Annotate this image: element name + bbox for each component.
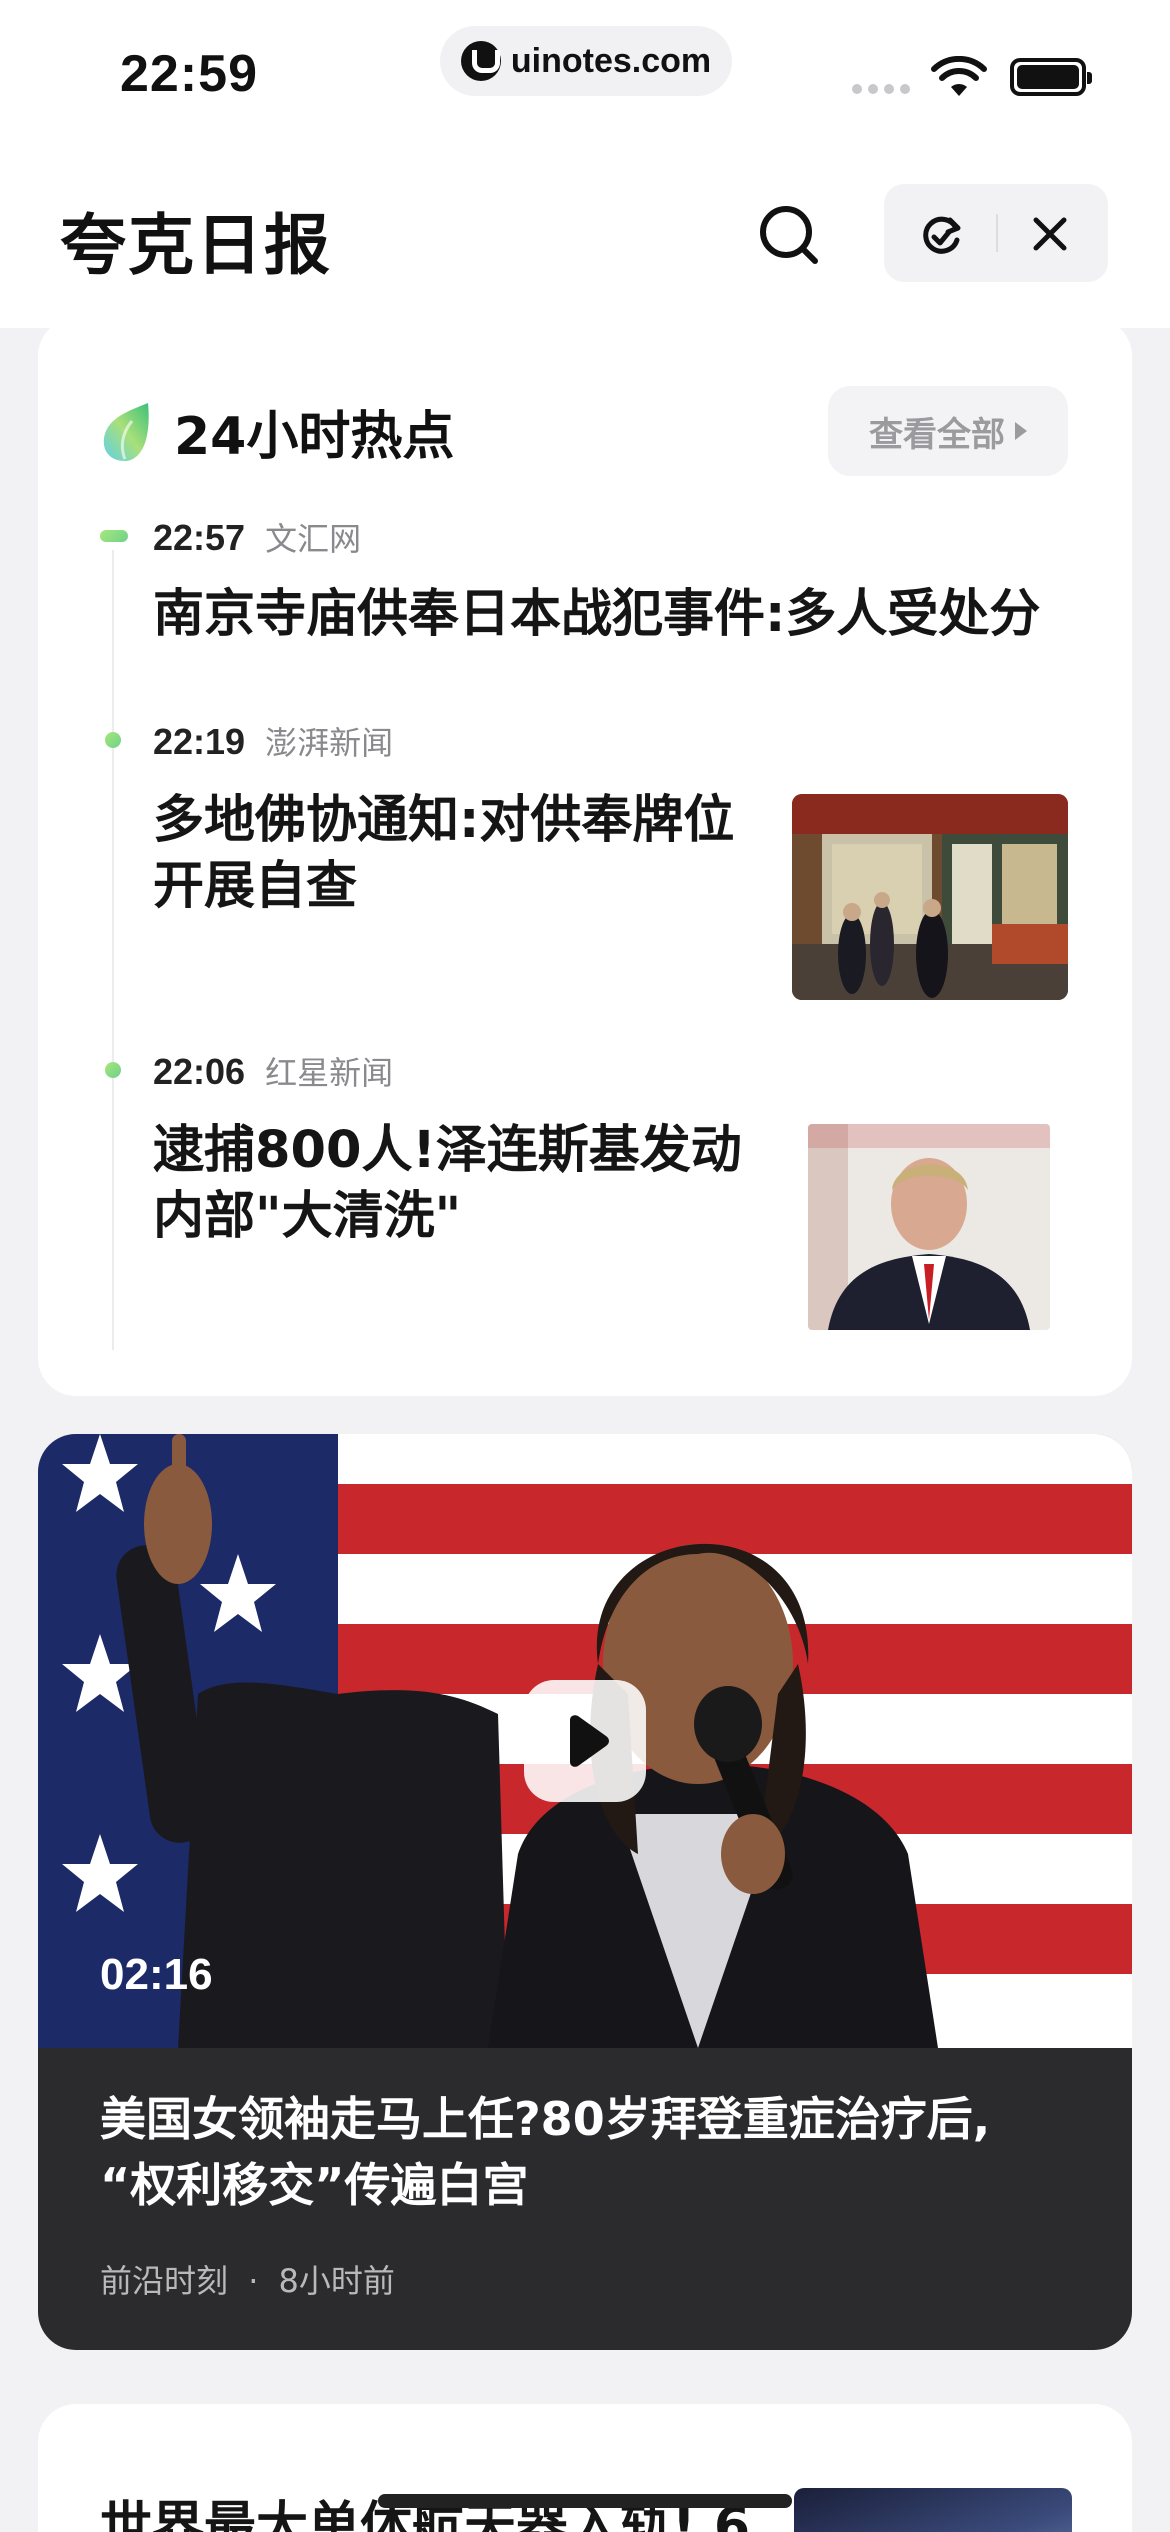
news-time: 22:06 [153, 1051, 246, 1092]
close-icon[interactable] [1028, 212, 1072, 256]
video-news-card[interactable]: 02:16 美国女领袖走马上任?80岁拜登重症治疗后, “权利移交”传遍白宫 前… [38, 1434, 1132, 2350]
news-meta: 22:57 文汇网 [153, 514, 361, 560]
hot-news-title: 24小时热点 [174, 407, 455, 467]
news-headline: 逮捕800人!泽连斯基发动 内部"大清洗" [153, 1118, 742, 1250]
spacecraft-photo-thumbnail [794, 2488, 1072, 2532]
news-headline-line: 内部"大清洗" [153, 1187, 462, 1246]
timeline-dot [100, 530, 128, 542]
next-news-title: 世界最大单体航天器入轨! 6 [100, 2497, 751, 2532]
search-icon[interactable] [756, 202, 822, 268]
news-meta: 22:06 红星新闻 [153, 1048, 393, 1094]
status-bar: 22:59 uinotes.com [0, 0, 1170, 150]
timeline-dot [105, 732, 121, 748]
url-text: uinotes.com [510, 41, 712, 80]
caret-right-icon [1015, 422, 1027, 440]
site-logo-icon [460, 41, 501, 81]
wifi-icon [931, 56, 987, 96]
reload-icon[interactable] [916, 210, 966, 260]
news-headline-line: 逮捕800人!泽连斯基发动 [153, 1121, 742, 1180]
news-headline: 南京寺庙供奉日本战犯事件:多人受处分 [153, 585, 1041, 644]
cellular-signal-icon [852, 84, 910, 94]
view-all-button[interactable]: 查看全部 [828, 386, 1068, 476]
video-meta: 前沿时刻 · 8小时前 [100, 2256, 395, 2302]
news-meta: 22:19 澎湃新闻 [153, 718, 393, 764]
news-headline-line: 多地佛协通知:对供奉牌位 [153, 791, 735, 850]
news-source: 文汇网 [265, 520, 362, 558]
news-headline: 多地佛协通知:对供奉牌位 开展自查 [153, 788, 734, 920]
hot-news-card: 24小时热点 查看全部 22:57 文汇网 南京寺庙供奉日本战犯事件:多人受处分… [38, 318, 1132, 1396]
play-button[interactable] [524, 1680, 646, 1802]
capsule-divider [996, 214, 998, 252]
url-pill[interactable]: uinotes.com [440, 26, 732, 96]
app-title: 夸克日报 [60, 207, 332, 284]
video-title-line: 美国女领袖走马上任?80岁拜登重症治疗后, [100, 2092, 991, 2146]
leaf-logo-icon [103, 402, 149, 461]
temple-photo-thumbnail [792, 794, 1068, 1000]
news-source: 红星新闻 [265, 1054, 394, 1092]
news-headline-line: 开展自查 [153, 857, 358, 916]
view-all-label: 查看全部 [869, 414, 1005, 455]
timeline-line [112, 550, 114, 1350]
video-title-line: “权利移交”传遍白宫 [100, 2158, 529, 2212]
battery-icon [1010, 58, 1092, 96]
portrait-photo-thumbnail [808, 1124, 1050, 1330]
play-icon [570, 1715, 609, 1767]
hot-news-header: 24小时热点 [98, 394, 454, 469]
next-news-card[interactable]: 世界最大单体航天器入轨! 6 [38, 2404, 1132, 2532]
news-time: 22:19 [153, 721, 246, 762]
timeline-dot [105, 1062, 121, 1078]
news-time: 22:57 [153, 517, 246, 558]
home-indicator[interactable] [378, 2494, 792, 2508]
video-title: 美国女领袖走马上任?80岁拜登重症治疗后, “权利移交”传遍白宫 [100, 2086, 1080, 2218]
status-time: 22:59 [120, 45, 258, 103]
video-source: 前沿时刻 [100, 2262, 229, 2300]
meta-separator: · [248, 2262, 259, 2300]
app-header: 夸克日报 [0, 150, 1170, 328]
video-time-ago: 8小时前 [278, 2262, 395, 2300]
video-duration: 02:16 [100, 1950, 213, 1999]
mini-program-capsule [884, 184, 1108, 282]
news-source: 澎湃新闻 [265, 724, 394, 762]
